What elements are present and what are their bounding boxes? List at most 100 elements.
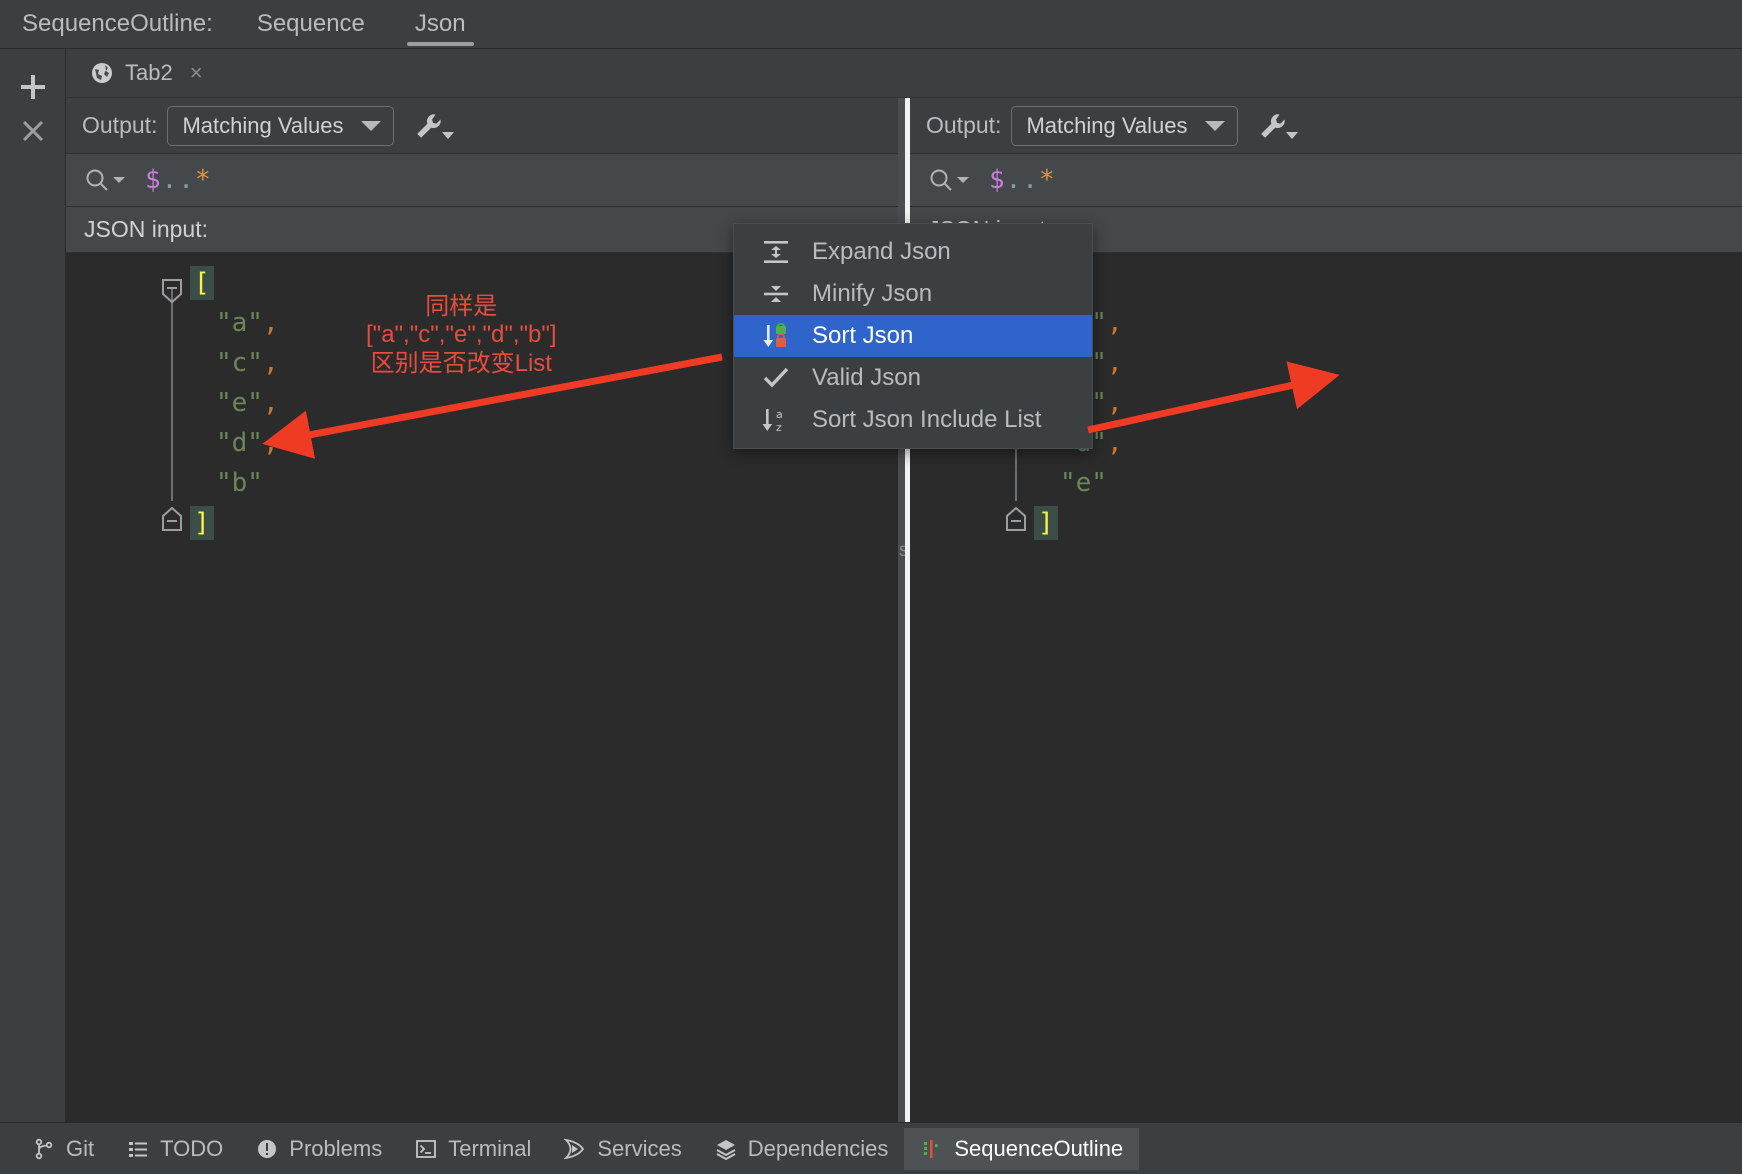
right-expr-star: *	[1038, 165, 1056, 195]
todo-list-icon	[126, 1137, 150, 1161]
status-item-sequenceoutline[interactable]: SequenceOutline	[904, 1127, 1140, 1170]
minify-json-icon	[760, 280, 792, 308]
chevron-down-icon	[1205, 120, 1226, 131]
editor-tab-label: Tab2	[125, 60, 173, 85]
json-context-menu[interactable]: Expand Json Minify Json Sort Json Valid …	[733, 223, 1093, 449]
context-menu-item-valid-json[interactable]: Valid Json	[734, 357, 1092, 399]
context-menu-item-sort-json[interactable]: Sort Json	[734, 315, 1092, 357]
close-tab-button[interactable]	[11, 109, 55, 153]
left-output-label: Output:	[82, 112, 158, 138]
svg-text:a: a	[776, 408, 783, 421]
left-item-comma: ,	[262, 308, 279, 338]
right-item-comma: ,	[1106, 388, 1123, 418]
svg-text:z: z	[776, 421, 782, 434]
left-output-select-value: Matching Values	[182, 112, 344, 138]
context-menu-item-sort-json-include-list[interactable]: a z Sort Json Include List	[734, 399, 1092, 441]
content-column: Tab2 × Output: Matching Values $..* JSON…	[66, 49, 1742, 1122]
status-item-label: Dependencies	[747, 1135, 889, 1161]
right-output-label: Output:	[926, 112, 1002, 138]
left-item-comma: ,	[262, 348, 279, 378]
wrench-dropdown-caret-icon	[1286, 131, 1299, 139]
ide-window: SequenceOutline: Sequence Json Tab2 × Ou…	[0, 0, 1742, 1174]
left-expr-star: *	[194, 165, 212, 195]
status-item-todo[interactable]: TODO	[110, 1128, 239, 1170]
right-expr-dollar: $	[989, 165, 1006, 195]
left-search-input[interactable]: $..*	[145, 165, 212, 195]
left-code-line-item: "b"	[66, 463, 898, 503]
left-item-value: "b"	[216, 468, 263, 498]
editor-tab-close-icon[interactable]: ×	[190, 62, 203, 84]
status-item-problems[interactable]: Problems	[239, 1128, 398, 1170]
splitter-mark: s	[899, 540, 909, 561]
left-search-bar[interactable]: $..*	[66, 154, 898, 207]
right-code-line-item: "e"	[910, 463, 1742, 503]
tab-sequence[interactable]: Sequence	[249, 12, 373, 48]
search-icon	[86, 169, 108, 191]
check-icon	[760, 364, 792, 392]
expand-json-icon	[760, 238, 792, 266]
problems-icon	[255, 1137, 279, 1161]
left-output-select[interactable]: Matching Values	[167, 105, 395, 146]
status-item-services[interactable]: Services	[547, 1128, 697, 1170]
right-output-select[interactable]: Matching Values	[1011, 105, 1239, 146]
left-settings-button[interactable]	[412, 104, 460, 148]
wrench-icon	[1261, 113, 1286, 138]
left-item-value: "e"	[216, 388, 263, 418]
right-search-bar[interactable]: $..*	[910, 154, 1742, 207]
right-close-bracket: ]	[1034, 506, 1058, 540]
right-item-comma: ,	[1106, 348, 1123, 378]
wrench-icon	[417, 113, 442, 138]
tool-window-header: SequenceOutline: Sequence Json	[0, 0, 1742, 49]
left-item-value: "c"	[216, 348, 263, 378]
left-item-comma: ,	[262, 428, 279, 458]
left-json-input-label: JSON input:	[84, 216, 208, 242]
status-item-label: TODO	[160, 1135, 224, 1161]
plus-icon	[20, 75, 45, 99]
left-open-bracket: [	[190, 266, 214, 300]
left-close-bracket: ]	[190, 506, 214, 540]
services-play-icon	[563, 1137, 587, 1161]
context-menu-item-expand-json[interactable]: Expand Json	[734, 231, 1092, 273]
left-expr-dots: ..	[161, 165, 195, 195]
editor-tabstrip: Tab2 ×	[66, 49, 1742, 98]
sort-json-icon	[760, 322, 792, 350]
status-item-git[interactable]: Git	[16, 1128, 110, 1170]
sequence-outline-icon	[920, 1137, 944, 1161]
left-item-value: "a"	[216, 308, 263, 338]
left-item-comma: ,	[262, 388, 279, 418]
right-item-comma: ,	[1106, 308, 1123, 338]
status-item-label: Terminal	[448, 1135, 532, 1161]
git-branch-icon	[32, 1137, 56, 1161]
left-code-line-close: ]	[66, 503, 898, 543]
left-item-value: "d"	[216, 428, 263, 458]
search-icon	[930, 169, 952, 191]
context-menu-item-label: Sort Json	[812, 322, 914, 349]
context-menu-item-minify-json[interactable]: Minify Json	[734, 273, 1092, 315]
right-expr-dots: ..	[1005, 165, 1039, 195]
right-item-value: "e"	[1060, 468, 1107, 498]
right-item-comma: ,	[1106, 428, 1123, 458]
chevron-down-icon	[361, 120, 382, 131]
chevron-down-icon	[957, 177, 969, 183]
right-settings-button[interactable]	[1256, 104, 1304, 148]
right-search-input[interactable]: $..*	[989, 165, 1056, 195]
right-search-options-button[interactable]	[928, 167, 969, 193]
status-item-terminal[interactable]: Terminal	[398, 1128, 547, 1170]
dependencies-icon	[714, 1137, 738, 1161]
context-menu-item-label: Valid Json	[812, 364, 921, 391]
status-item-dependencies[interactable]: Dependencies	[698, 1128, 905, 1170]
tab-json[interactable]: Json	[406, 12, 474, 48]
close-icon	[22, 120, 43, 142]
left-expr-dollar: $	[145, 165, 162, 195]
right-output-toolbar: Output: Matching Values	[910, 98, 1742, 154]
chevron-down-icon	[113, 177, 125, 183]
globe-icon	[92, 63, 112, 83]
tool-window-title: SequenceOutline:	[22, 10, 213, 37]
left-search-options-button[interactable]	[84, 167, 125, 193]
add-tab-button[interactable]	[11, 65, 55, 109]
editor-tab-tab2[interactable]: Tab2 ×	[80, 57, 213, 89]
terminal-icon	[414, 1137, 438, 1161]
status-item-label: Git	[66, 1135, 95, 1161]
body-row: Tab2 × Output: Matching Values $..* JSON…	[0, 49, 1742, 1122]
wrench-dropdown-caret-icon	[442, 131, 455, 139]
